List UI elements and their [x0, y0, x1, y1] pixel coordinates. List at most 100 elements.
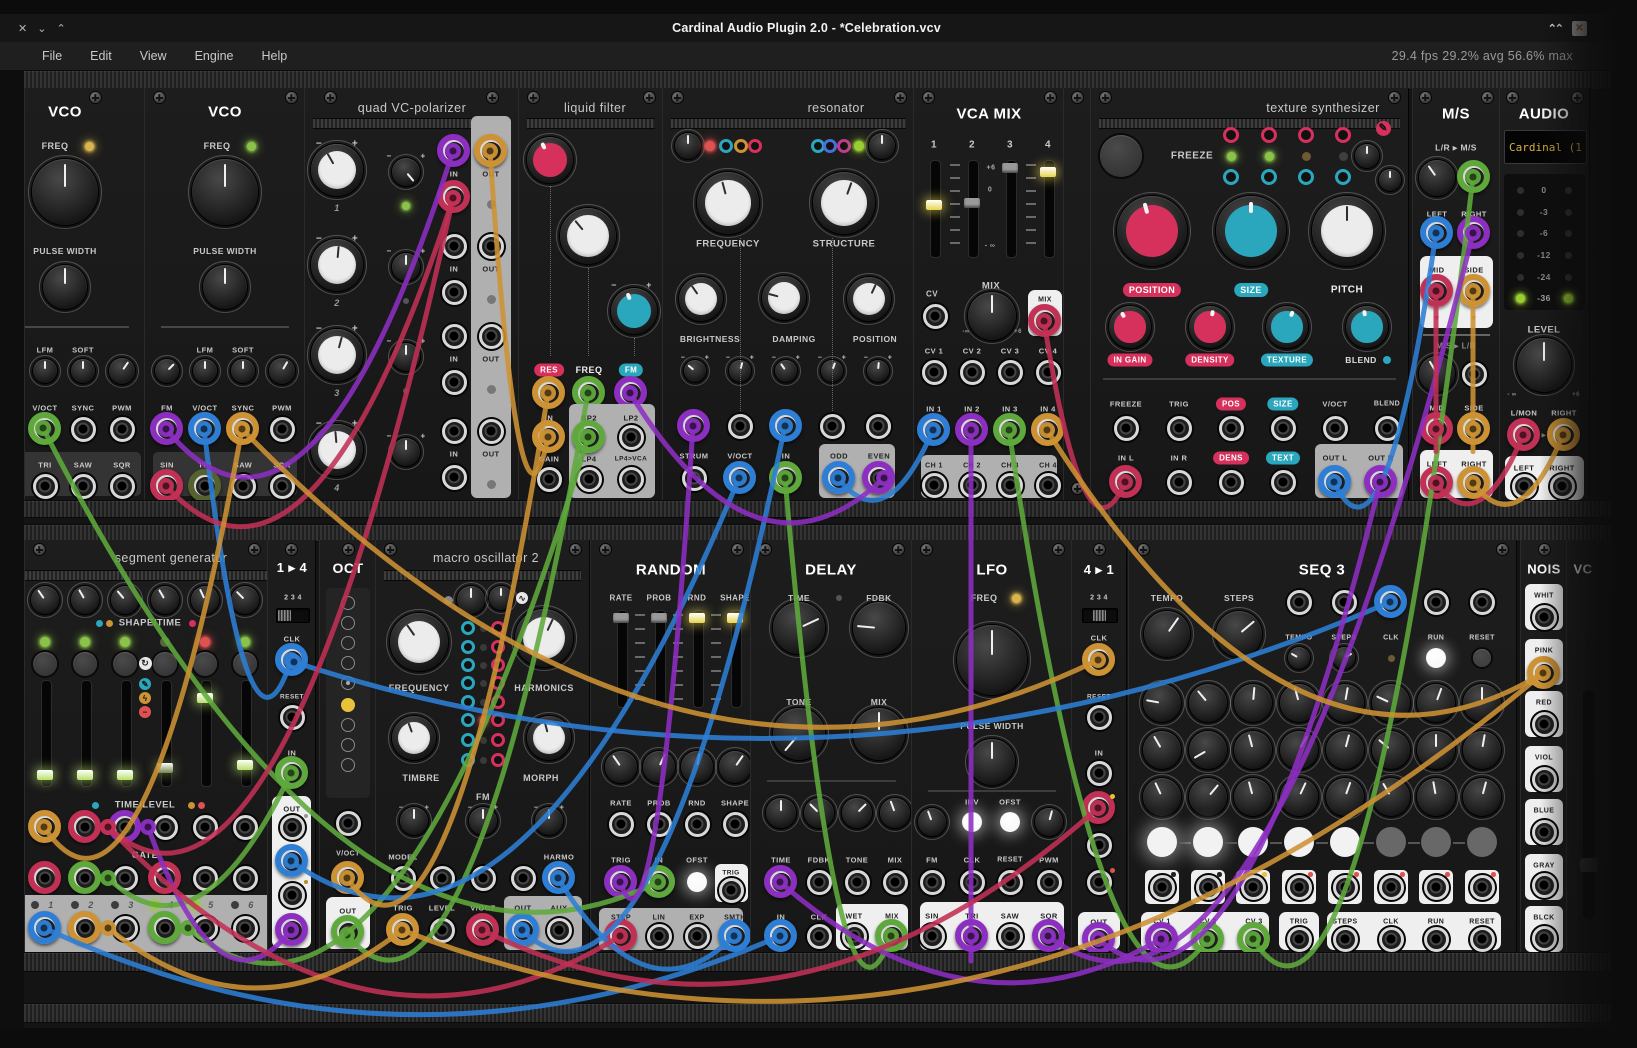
- port[interactable]: [1532, 605, 1557, 630]
- seq-knob[interactable]: [1326, 731, 1364, 769]
- slider-handle[interactable]: [1002, 163, 1018, 173]
- seq-knob[interactable]: [1417, 684, 1455, 722]
- menu-edit[interactable]: Edit: [78, 46, 124, 66]
- cable-plug[interactable]: [764, 865, 797, 898]
- slider-handle[interactable]: [689, 613, 705, 623]
- seq-knob[interactable]: [1417, 731, 1455, 769]
- port[interactable]: [233, 916, 258, 941]
- button[interactable]: [233, 652, 257, 676]
- collapse-icon[interactable]: ⌃⌃: [1548, 22, 1562, 35]
- cable-plug[interactable]: [188, 469, 221, 500]
- port[interactable]: [998, 360, 1023, 385]
- port[interactable]: [1036, 360, 1061, 385]
- seq-knob[interactable]: [1372, 731, 1410, 769]
- knob[interactable]: [392, 158, 420, 186]
- step-button[interactable]: [1421, 827, 1451, 857]
- port[interactable]: [233, 866, 258, 891]
- port[interactable]: [577, 467, 602, 492]
- cable-plug[interactable]: [226, 412, 259, 445]
- knob[interactable]: [311, 144, 363, 196]
- port[interactable]: [883, 870, 908, 895]
- knob[interactable]: [1035, 808, 1063, 836]
- port[interactable]: [1470, 590, 1495, 615]
- slider-handle[interactable]: [613, 613, 629, 623]
- cable-plug[interactable]: [437, 134, 470, 167]
- port[interactable]: [537, 467, 562, 492]
- morph-knob[interactable]: [527, 716, 571, 760]
- cable-plug[interactable]: [1191, 922, 1224, 952]
- port[interactable]: [479, 324, 504, 349]
- port[interactable]: [511, 866, 536, 891]
- knob[interactable]: [762, 276, 806, 320]
- seq-knob[interactable]: [1372, 778, 1410, 816]
- port[interactable]: [920, 870, 945, 895]
- seq-knob[interactable]: [1326, 778, 1364, 816]
- port[interactable]: [647, 812, 672, 837]
- step-button[interactable]: [1284, 827, 1314, 857]
- port[interactable]: [336, 811, 361, 836]
- port[interactable]: [471, 866, 496, 891]
- gate-port[interactable]: [1287, 875, 1312, 900]
- ch3-fader[interactable]: [1006, 160, 1017, 258]
- fm-knob[interactable]: [611, 288, 657, 334]
- cable-plug[interactable]: [542, 861, 575, 894]
- cable-plug[interactable]: [506, 913, 539, 946]
- port[interactable]: [430, 866, 455, 891]
- cable-plug[interactable]: [28, 412, 61, 445]
- seq-knob[interactable]: [1372, 684, 1410, 722]
- cable-plug[interactable]: [1457, 412, 1490, 445]
- port[interactable]: [1087, 870, 1112, 895]
- res-knob[interactable]: [527, 137, 573, 183]
- cable-plug[interactable]: [955, 919, 988, 952]
- cable-plug[interactable]: [862, 461, 895, 494]
- port[interactable]: [442, 324, 467, 349]
- cable-plug[interactable]: [28, 911, 61, 944]
- knob[interactable]: [681, 751, 713, 783]
- port[interactable]: [193, 866, 218, 891]
- port[interactable]: [719, 878, 744, 903]
- knob[interactable]: [109, 358, 135, 384]
- cable-plug[interactable]: [68, 861, 101, 894]
- knob[interactable]: [489, 586, 513, 610]
- cable-plug[interactable]: [769, 409, 802, 442]
- knob[interactable]: [605, 751, 637, 783]
- cable-plug[interactable]: [331, 861, 364, 894]
- reset-button[interactable]: [1473, 649, 1491, 667]
- port[interactable]: [842, 924, 867, 949]
- seq-knob[interactable]: [1463, 731, 1501, 769]
- cable-plug[interactable]: [604, 865, 637, 898]
- port[interactable]: [110, 474, 135, 499]
- port[interactable]: [998, 473, 1023, 498]
- port[interactable]: [1036, 473, 1061, 498]
- seq-knob[interactable]: [1463, 778, 1501, 816]
- port[interactable]: [110, 417, 135, 442]
- octave-ring[interactable]: [341, 718, 355, 732]
- cable-plug[interactable]: [466, 913, 499, 946]
- knob[interactable]: [1419, 356, 1455, 392]
- slider-handle[interactable]: [197, 693, 213, 703]
- knob[interactable]: [269, 358, 295, 384]
- cable-plug[interactable]: [275, 643, 308, 676]
- port[interactable]: [1375, 416, 1400, 441]
- port[interactable]: [685, 812, 710, 837]
- port[interactable]: [922, 473, 947, 498]
- timbre-knob[interactable]: [392, 716, 436, 760]
- knob[interactable]: [392, 253, 420, 281]
- mix-knob[interactable]: [853, 708, 905, 760]
- port[interactable]: [960, 360, 985, 385]
- tone-knob[interactable]: [773, 708, 825, 760]
- seq-knob[interactable]: [1417, 778, 1455, 816]
- cable-plug[interactable]: [275, 913, 308, 946]
- knob[interactable]: [469, 807, 497, 835]
- port[interactable]: [1037, 870, 1062, 895]
- menu-help[interactable]: Help: [250, 46, 300, 66]
- cable-plug[interactable]: [1109, 465, 1142, 498]
- octave-ring[interactable]: [341, 616, 355, 630]
- cable-plug[interactable]: [150, 469, 183, 500]
- cable-plug[interactable]: [1457, 466, 1490, 499]
- step-button[interactable]: [1147, 827, 1177, 857]
- knob[interactable]: [457, 586, 485, 614]
- cable-plug[interactable]: [822, 461, 855, 494]
- knob[interactable]: [1266, 306, 1308, 348]
- button[interactable]: [1000, 812, 1020, 832]
